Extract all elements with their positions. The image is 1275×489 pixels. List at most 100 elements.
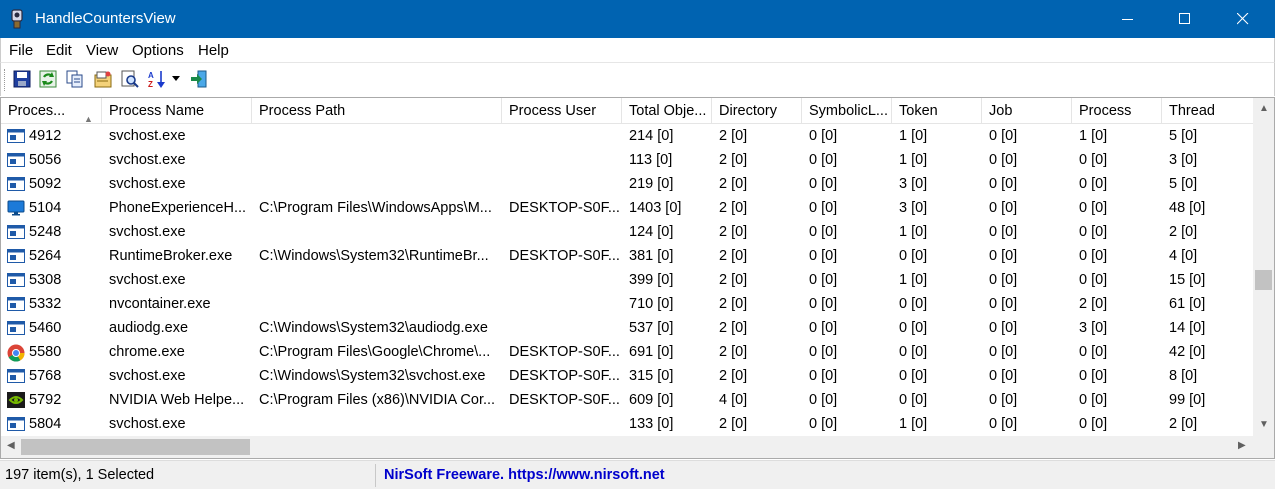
cell-process-id: 5104 bbox=[29, 200, 62, 216]
scroll-down-icon[interactable]: ▼ bbox=[1259, 419, 1269, 430]
cell-process: 3 [0] bbox=[1079, 320, 1108, 336]
table-row[interactable]: 5308 svchost.exe 399 [0] 2 [0] 0 [0] 1 [0] 0 [… bbox=[1, 268, 1253, 292]
cell-thread: 48 [0] bbox=[1169, 200, 1206, 216]
cell-process-user bbox=[502, 412, 622, 436]
cell-process-name: svchost.exe bbox=[109, 128, 186, 144]
cell-token: 0 [0] bbox=[899, 296, 928, 312]
cell-process-name: RuntimeBroker.exe bbox=[109, 248, 233, 264]
status-separator bbox=[375, 464, 376, 487]
table-row[interactable]: 4912 svchost.exe 214 [0] 2 [0] 0 [0] 1 [0] 0 [… bbox=[1, 124, 1253, 148]
cell-process-id: 5248 bbox=[29, 224, 62, 240]
cell-thread: 5 [0] bbox=[1169, 176, 1198, 192]
cell-token: 1 [0] bbox=[899, 224, 928, 240]
cell-thread: 42 [0] bbox=[1169, 344, 1206, 360]
table-row[interactable]: 5460 audiodg.exe C:\Windows\System32\audio… bbox=[1, 316, 1253, 340]
table-row[interactable]: 5768 svchost.exe C:\Windows\System32\svcho… bbox=[1, 364, 1253, 388]
cell-process-user bbox=[502, 124, 622, 148]
cell-process-path: C:\Windows\System32\svchost.exe bbox=[259, 368, 486, 384]
sort-icon[interactable]: A Z bbox=[147, 69, 167, 89]
cell-process-id: 5768 bbox=[29, 368, 62, 384]
cell-total-objects: 219 [0] bbox=[629, 176, 674, 192]
table-row[interactable]: 5092 svchost.exe 219 [0] 2 [0] 0 [0] 3 [0] 0 [… bbox=[1, 172, 1253, 196]
properties-icon[interactable] bbox=[93, 69, 113, 89]
cell-symbolic-link: 0 [0] bbox=[809, 296, 838, 312]
cell-process-name: svchost.exe bbox=[109, 224, 186, 240]
cell-token: 0 [0] bbox=[899, 368, 928, 384]
table-row[interactable]: 5104 PhoneExperienceH... C:\Program Files\… bbox=[1, 196, 1253, 220]
cell-thread: 2 [0] bbox=[1169, 416, 1198, 432]
sort-dropdown-icon[interactable] bbox=[172, 76, 180, 81]
cell-process-name: svchost.exe bbox=[109, 176, 186, 192]
column-header-process[interactable]: Process bbox=[1072, 98, 1162, 124]
table-row[interactable]: 5056 svchost.exe 113 [0] 2 [0] 0 [0] 1 [0] 0 [… bbox=[1, 148, 1253, 172]
find-icon[interactable] bbox=[120, 69, 140, 89]
column-header-process-name[interactable]: Process Name bbox=[102, 98, 252, 124]
menu-file[interactable]: File bbox=[9, 42, 33, 59]
column-header-process-path[interactable]: Process Path bbox=[252, 98, 502, 124]
maximize-button[interactable] bbox=[1162, 0, 1208, 38]
cell-process: 0 [0] bbox=[1079, 344, 1108, 360]
column-header-process-id[interactable]: Proces... ▲ bbox=[1, 98, 102, 124]
cell-process-user bbox=[502, 316, 622, 340]
cell-process-id: 5804 bbox=[29, 416, 62, 432]
menu-edit[interactable]: Edit bbox=[46, 42, 72, 59]
cell-directory: 2 [0] bbox=[719, 224, 748, 240]
cell-job: 0 [0] bbox=[989, 296, 1018, 312]
horizontal-scrollbar[interactable]: ◀ ▶ bbox=[1, 436, 1253, 458]
cell-total-objects: 214 [0] bbox=[629, 128, 674, 144]
menu-options[interactable]: Options bbox=[132, 42, 184, 59]
refresh-icon[interactable] bbox=[38, 69, 58, 89]
menu-help[interactable]: Help bbox=[198, 42, 229, 59]
table-row[interactable]: 5804 svchost.exe 133 [0] 2 [0] 0 [0] 1 [0] 0 [… bbox=[1, 412, 1253, 436]
column-header-symbolic-link[interactable]: SymbolicL... bbox=[802, 98, 892, 124]
cell-symbolic-link: 0 [0] bbox=[809, 176, 838, 192]
cell-total-objects: 381 [0] bbox=[629, 248, 674, 264]
table-row[interactable]: 5248 svchost.exe 124 [0] 2 [0] 0 [0] 1 [0] 0 [… bbox=[1, 220, 1253, 244]
cell-process-user bbox=[502, 148, 622, 172]
menu-view[interactable]: View bbox=[86, 42, 118, 59]
minimize-button[interactable] bbox=[1105, 0, 1151, 38]
cell-symbolic-link: 0 [0] bbox=[809, 368, 838, 384]
cell-directory: 2 [0] bbox=[719, 128, 748, 144]
column-header-job[interactable]: Job bbox=[982, 98, 1072, 124]
column-header-thread[interactable]: Thread bbox=[1162, 98, 1253, 124]
table-row[interactable]: 5792 NVIDIA Web Helpe... C:\Program Files … bbox=[1, 388, 1253, 412]
column-header-total-objects[interactable]: Total Obje... bbox=[622, 98, 712, 124]
copy-icon[interactable] bbox=[65, 69, 85, 89]
cell-process-user bbox=[502, 172, 622, 196]
cell-total-objects: 133 [0] bbox=[629, 416, 674, 432]
vertical-scroll-thumb[interactable] bbox=[1255, 270, 1272, 290]
cell-token: 3 [0] bbox=[899, 200, 928, 216]
column-header-process-user[interactable]: Process User bbox=[502, 98, 622, 124]
scroll-left-icon[interactable]: ◀ bbox=[7, 440, 15, 451]
minimize-icon bbox=[1122, 19, 1133, 20]
cell-symbolic-link: 0 [0] bbox=[809, 200, 838, 216]
cell-process-name: nvcontainer.exe bbox=[109, 296, 211, 312]
exit-icon[interactable] bbox=[189, 69, 209, 89]
close-button[interactable] bbox=[1220, 0, 1266, 38]
cell-process-name: svchost.exe bbox=[109, 272, 186, 288]
vertical-scrollbar[interactable]: ▲ ▼ bbox=[1253, 98, 1274, 436]
cell-process-id: 5460 bbox=[29, 320, 62, 336]
cell-token: 1 [0] bbox=[899, 416, 928, 432]
column-header-token[interactable]: Token bbox=[892, 98, 982, 124]
scroll-up-icon[interactable]: ▲ bbox=[1259, 103, 1269, 114]
table-row[interactable]: 5332 nvcontainer.exe 710 [0] 2 [0] 0 [0] 0 [0… bbox=[1, 292, 1253, 316]
scroll-right-icon[interactable]: ▶ bbox=[1238, 440, 1246, 451]
cell-job: 0 [0] bbox=[989, 392, 1018, 408]
column-header-directory[interactable]: Directory bbox=[712, 98, 802, 124]
cell-process: 0 [0] bbox=[1079, 368, 1108, 384]
table-row[interactable]: 5264 RuntimeBroker.exe C:\Windows\System32… bbox=[1, 244, 1253, 268]
nirsoft-link[interactable]: NirSoft Freeware. https://www.nirsoft.ne… bbox=[384, 467, 665, 483]
handle-list[interactable]: Proces... ▲ Process Name Process Path Pro… bbox=[0, 97, 1275, 459]
table-row[interactable]: 5580 chrome.exe C:\Program Files\Google\Ch… bbox=[1, 340, 1253, 364]
cell-process-name: svchost.exe bbox=[109, 152, 186, 168]
horizontal-scroll-thumb[interactable] bbox=[21, 439, 250, 455]
title-bar: HandleCountersView bbox=[0, 0, 1275, 38]
toolbar-grip bbox=[4, 69, 7, 91]
save-icon[interactable] bbox=[12, 69, 32, 89]
cell-job: 0 [0] bbox=[989, 272, 1018, 288]
cell-directory: 2 [0] bbox=[719, 176, 748, 192]
cell-process-name: PhoneExperienceH... bbox=[109, 200, 247, 216]
cell-process-name: NVIDIA Web Helpe... bbox=[109, 392, 245, 408]
